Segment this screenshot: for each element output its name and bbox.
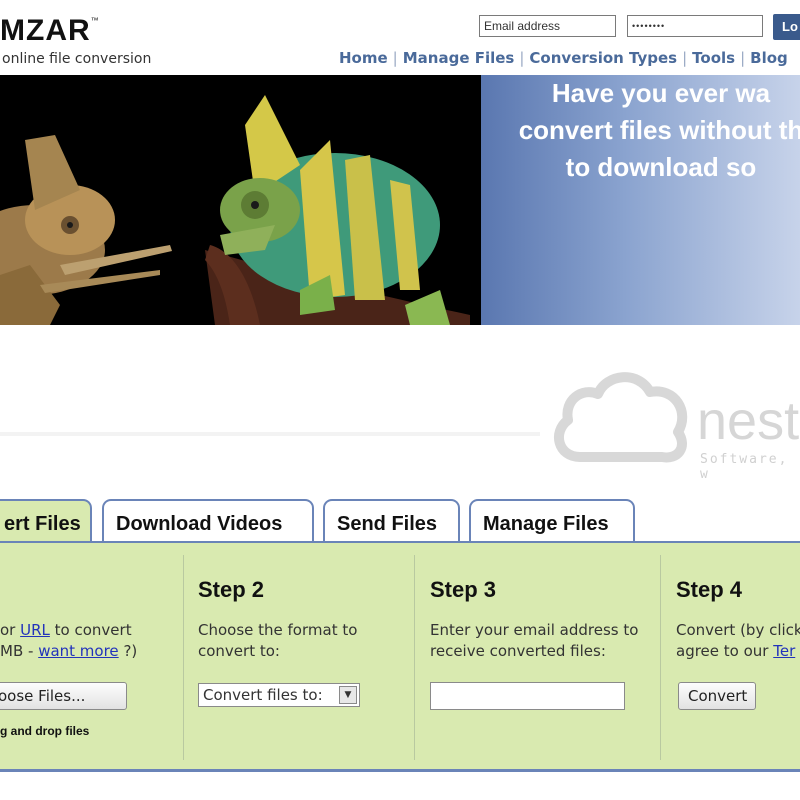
- password-field[interactable]: ••••••••: [627, 15, 763, 37]
- tab-send-files[interactable]: Send Files: [323, 499, 460, 543]
- step3-title: Step 3: [430, 577, 497, 602]
- drag-drop-hint: g and drop files: [0, 724, 90, 738]
- logo-trademark: ™: [90, 16, 100, 25]
- step4-title: Step 4: [676, 577, 743, 602]
- faint-divider: [0, 432, 540, 436]
- nav-manage-files[interactable]: Manage Files: [398, 49, 520, 67]
- want-more-link[interactable]: want more: [38, 642, 118, 660]
- nav-conversion-types[interactable]: Conversion Types: [524, 49, 682, 67]
- format-select[interactable]: Convert files to: ▼: [198, 683, 360, 707]
- convert-button[interactable]: Convert: [678, 682, 756, 710]
- terms-link[interactable]: Ter: [773, 642, 795, 660]
- logo-text: MZAR: [0, 14, 91, 47]
- tab-download-videos[interactable]: Download Videos: [102, 499, 314, 543]
- step2-description: Choose the format to convert to:: [198, 621, 358, 660]
- email-field[interactable]: Email address: [479, 15, 616, 37]
- tagline: online file conversion: [2, 51, 152, 67]
- step3-description: Enter your email address to receive conv…: [430, 621, 639, 660]
- nav-tools[interactable]: Tools: [687, 49, 740, 67]
- tab-manage-files[interactable]: Manage Files: [469, 499, 635, 543]
- top-nav: Home | Manage Files | Conversion Types |…: [334, 49, 793, 67]
- step1-description: or URL to convert MB - want more ?): [0, 621, 138, 660]
- watermark-subtext: Software, w: [700, 452, 789, 482]
- email-input[interactable]: [430, 682, 625, 710]
- url-link[interactable]: URL: [20, 621, 50, 639]
- banner-line: to download so: [565, 152, 757, 182]
- step-divider: [183, 555, 184, 760]
- chameleon-photo: [0, 75, 481, 325]
- banner-line: convert files without th: [518, 115, 800, 145]
- watermark-text: nest: [697, 391, 800, 451]
- step-divider: [414, 555, 415, 760]
- banner-line: Have you ever wa: [551, 78, 771, 108]
- step-divider: [660, 555, 661, 760]
- chevron-down-icon[interactable]: ▼: [339, 686, 357, 704]
- step2-title: Step 2: [198, 577, 265, 602]
- choose-files-button[interactable]: oose Files...: [0, 682, 127, 710]
- login-button[interactable]: Lo: [773, 14, 800, 40]
- cloud-icon: [554, 372, 688, 463]
- nav-home[interactable]: Home: [334, 49, 393, 67]
- logo[interactable]: MZAR™: [0, 14, 100, 48]
- format-select-value: Convert files to:: [203, 686, 323, 704]
- banner-headline: Have you ever wa convert files without t…: [491, 75, 800, 186]
- nav-blog[interactable]: Blog: [745, 49, 793, 67]
- step4-description: Convert (by click agree to our Ter: [676, 621, 800, 660]
- tab-convert-files[interactable]: ert Files: [0, 499, 92, 545]
